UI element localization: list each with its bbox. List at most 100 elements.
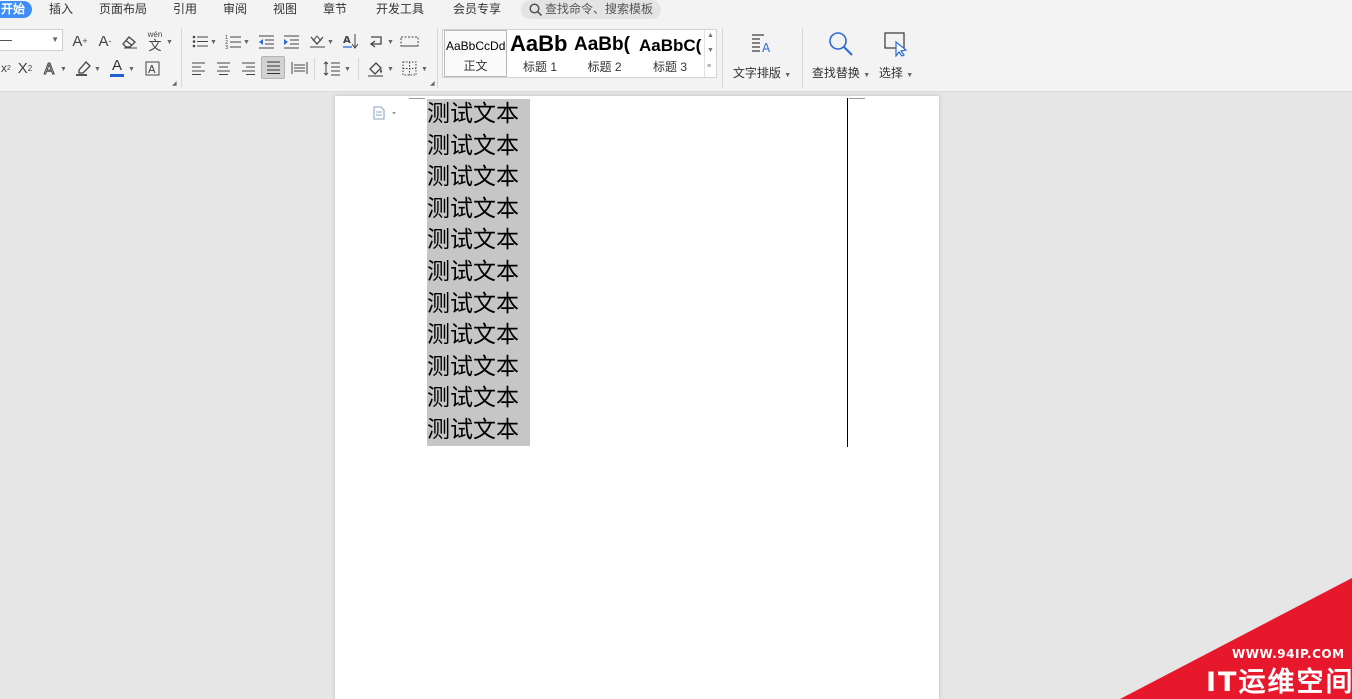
text-layout-button[interactable]: A 文字排版 ▼ xyxy=(732,30,792,81)
tab-developer-tools[interactable]: 开发工具 xyxy=(376,1,424,18)
style-heading-3[interactable]: AaBbC( 标题 3 xyxy=(638,30,702,77)
borders-button[interactable] xyxy=(398,58,420,78)
sort-icon: A xyxy=(342,34,358,49)
tab-review[interactable]: 审阅 xyxy=(223,1,247,18)
paragraph-line[interactable]: 测试文本 xyxy=(427,162,519,194)
chevron-down-icon[interactable]: ▼ xyxy=(707,47,714,54)
watermark-url: WWW.94IP.COM xyxy=(1232,647,1345,661)
text-layout-icon: A xyxy=(732,30,792,58)
paragraph-line[interactable]: 测试文本 xyxy=(427,257,519,289)
tab-references[interactable]: 引用 xyxy=(173,1,197,18)
paragraph-mark-icon xyxy=(369,35,382,48)
grow-font-button[interactable]: A + xyxy=(70,31,90,51)
distribute-button[interactable] xyxy=(289,58,309,78)
chevron-down-icon: ▼ xyxy=(784,72,792,79)
shading-button[interactable] xyxy=(365,58,387,78)
paragraph-line[interactable]: 测试文本 xyxy=(427,383,519,415)
style-preview: AaBbCcDd xyxy=(446,39,506,53)
right-margin-line xyxy=(847,98,848,447)
table-border-icon xyxy=(400,36,418,46)
svg-text:A: A xyxy=(44,61,55,76)
style-label: 标题 1 xyxy=(522,60,557,74)
font-color-swatch xyxy=(110,73,124,77)
paragraph-line[interactable]: 测试文本 xyxy=(427,194,519,226)
separator xyxy=(802,28,803,88)
chevron-up-icon[interactable]: ▲ xyxy=(707,32,714,39)
pinyin-char-icon: 文 xyxy=(148,37,162,53)
select-button[interactable]: 选择 ▼ xyxy=(875,30,917,81)
superscript-button[interactable]: x2 xyxy=(0,58,12,78)
character-border-icon: A xyxy=(145,61,159,76)
pinyin-guide-button[interactable]: wén 文 xyxy=(144,29,166,53)
chevron-down-icon: ▼ xyxy=(243,39,250,46)
text-effect-button[interactable]: A xyxy=(40,58,60,78)
chevron-down-icon: ▼ xyxy=(863,72,871,79)
paragraph-line[interactable]: 测试文本 xyxy=(427,352,519,384)
expand-icon[interactable]: ≡ xyxy=(707,63,711,70)
find-replace-button[interactable]: 查找替换 ▼ xyxy=(811,30,871,81)
ribbon-toolbar: ▼ A+ A- wén 文 ▼ ▼ 123 ▼ ▼ A ▼ x2 X2 A ▼ xyxy=(0,20,1352,92)
separator xyxy=(437,28,438,88)
paragraph-line[interactable]: 测试文本 xyxy=(427,99,519,131)
font-size-select[interactable]: ▼ xyxy=(0,29,63,51)
increase-indent-button[interactable] xyxy=(281,31,301,51)
separator xyxy=(314,58,315,80)
numbered-list-icon: 123 xyxy=(225,35,241,49)
table-tools-button[interactable] xyxy=(398,31,420,51)
tab-insert[interactable]: 插入 xyxy=(49,1,73,18)
separator xyxy=(722,28,723,88)
character-border-button[interactable]: A xyxy=(142,58,162,78)
chevron-down-icon: ▼ xyxy=(94,66,101,73)
tab-home[interactable]: 开始 xyxy=(0,1,33,18)
paragraph-line[interactable]: 测试文本 xyxy=(427,289,519,321)
align-left-icon xyxy=(191,62,205,75)
numbered-list-button[interactable]: 123 xyxy=(223,31,243,51)
style-preview: AaBb( xyxy=(574,34,630,55)
paragraph-handle-icon[interactable] xyxy=(373,106,399,125)
chinese-layout-button[interactable] xyxy=(307,31,327,51)
sort-button[interactable]: A xyxy=(340,31,360,51)
chinese-layout-icon xyxy=(309,34,325,47)
line-spacing-button[interactable] xyxy=(321,58,343,78)
subscript-button[interactable]: X2 xyxy=(14,58,36,78)
chevron-down-icon: ▼ xyxy=(327,39,334,46)
show-hide-marks-button[interactable] xyxy=(366,31,386,51)
decrease-indent-button[interactable] xyxy=(256,31,276,51)
shrink-font-button[interactable]: A- xyxy=(95,31,115,51)
highlight-button[interactable] xyxy=(73,58,95,78)
bullet-list-button[interactable] xyxy=(190,31,210,51)
outdent-icon xyxy=(258,35,274,48)
paragraph-line[interactable]: 测试文本 xyxy=(427,320,519,352)
document-body[interactable]: 测试文本 测试文本 测试文本 测试文本 测试文本 测试文本 测试文本 测试文本 … xyxy=(427,99,519,447)
command-search-input[interactable]: 查找命令、搜索模板 xyxy=(521,0,661,19)
style-heading-1[interactable]: AaBb 标题 1 xyxy=(509,30,571,77)
align-right-button[interactable] xyxy=(238,58,258,78)
paragraph-line[interactable]: 测试文本 xyxy=(427,131,519,163)
align-center-button[interactable] xyxy=(213,58,233,78)
tab-view[interactable]: 视图 xyxy=(273,1,297,18)
justify-button[interactable] xyxy=(261,56,285,79)
align-left-button[interactable] xyxy=(188,58,208,78)
distribute-icon xyxy=(291,62,307,74)
search-placeholder: 查找命令、搜索模板 xyxy=(545,2,654,16)
paragraph-dialog-launcher-icon[interactable]: ◢ xyxy=(430,80,435,87)
chevron-down-icon: ▼ xyxy=(60,66,67,73)
tab-section[interactable]: 章节 xyxy=(323,1,347,18)
document-page[interactable]: 测试文本 测试文本 测试文本 测试文本 测试文本 测试文本 测试文本 测试文本 … xyxy=(335,96,939,699)
style-normal[interactable]: AaBbCcDd 正文 xyxy=(444,30,507,77)
margin-corner-mark xyxy=(409,98,425,99)
tab-member[interactable]: 会员专享 xyxy=(453,1,501,18)
paragraph-line[interactable]: 测试文本 xyxy=(427,415,519,447)
chevron-down-icon: ▼ xyxy=(906,72,914,79)
styles-scrollbar[interactable]: ▲ ▼ ≡ xyxy=(704,30,716,77)
chevron-down-icon: ▼ xyxy=(166,39,173,46)
font-dialog-launcher-icon[interactable]: ◢ xyxy=(172,80,177,87)
clear-format-button[interactable] xyxy=(119,31,139,51)
style-heading-2[interactable]: AaBb( 标题 2 xyxy=(573,30,636,77)
text-effect-icon: A xyxy=(43,61,55,76)
chevron-down-icon: ▼ xyxy=(128,66,135,73)
separator xyxy=(358,58,359,80)
font-color-button[interactable]: A xyxy=(108,56,126,78)
tab-page-layout[interactable]: 页面布局 xyxy=(99,1,147,18)
paragraph-line[interactable]: 测试文本 xyxy=(427,225,519,257)
